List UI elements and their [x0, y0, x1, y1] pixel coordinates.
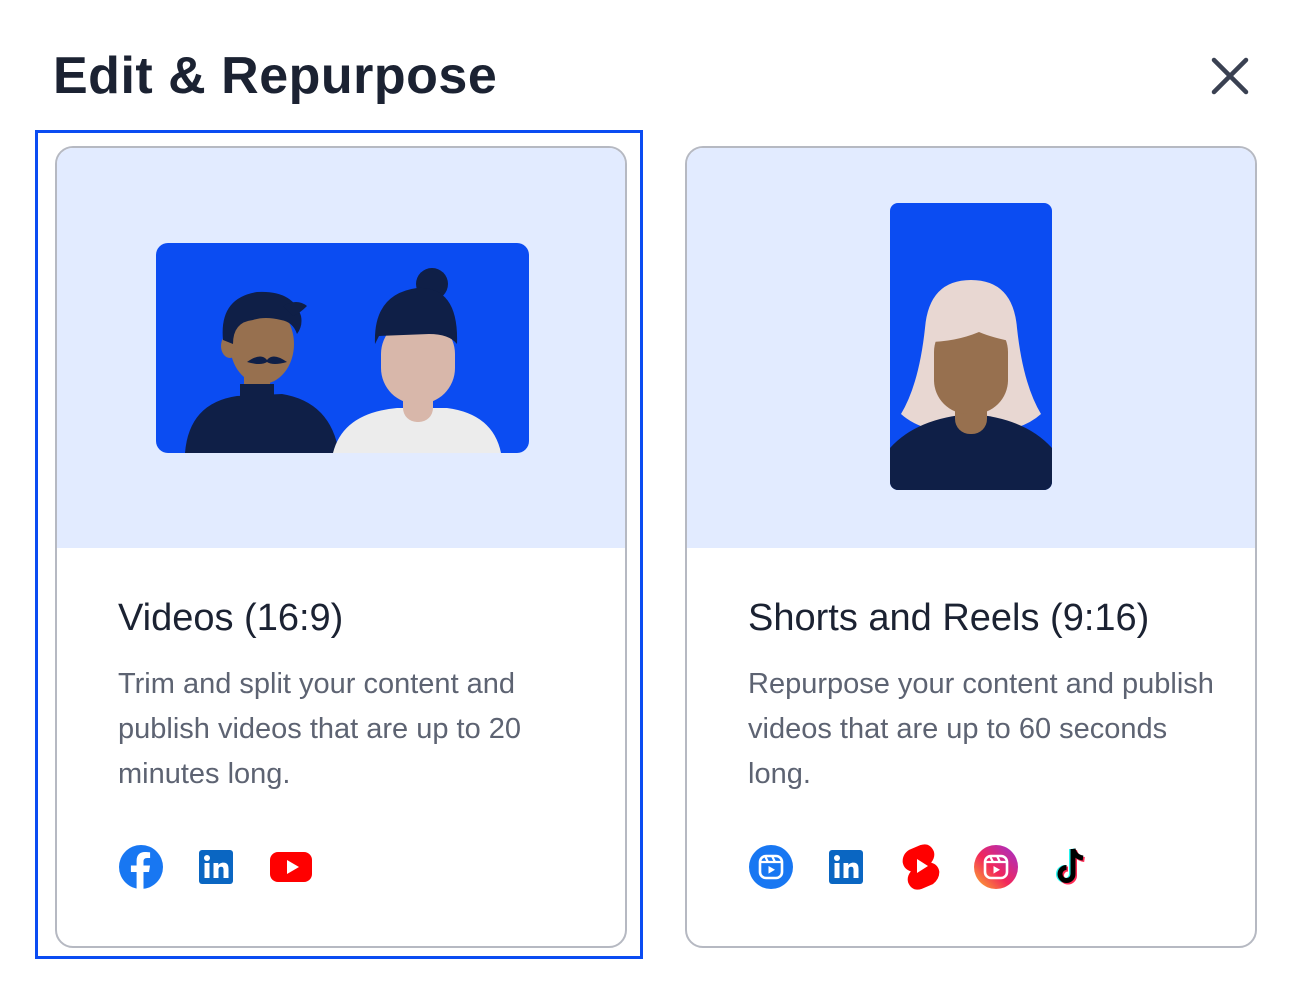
- linkedin-icon: [193, 844, 239, 890]
- youtube-icon: [268, 844, 314, 890]
- instagram-reels-icon: [973, 844, 1019, 890]
- dialog-title: Edit & Repurpose: [53, 47, 498, 105]
- vertical-video-person-illustration: [890, 203, 1052, 490]
- card-title: Shorts and Reels (9:16): [748, 597, 1150, 639]
- facebook-reels-icon: [748, 844, 794, 890]
- youtube-shorts-icon: [898, 844, 944, 890]
- close-icon: [1211, 57, 1249, 95]
- card-description: Repurpose your content and publish video…: [748, 667, 1214, 790]
- linkedin-icon: [823, 844, 869, 890]
- shorts-illustration: [687, 148, 1255, 548]
- videos-16-9-card[interactable]: Videos (16:9) Trim and split your conten…: [55, 146, 627, 948]
- shorts-reels-9-16-card[interactable]: Shorts and Reels (9:16) Repurpose your c…: [685, 146, 1257, 948]
- platform-icons: [748, 844, 1123, 890]
- two-people-video-illustration: [156, 243, 529, 453]
- tiktok-icon: [1048, 844, 1094, 890]
- card-description: Trim and split your content and publish …: [118, 667, 522, 790]
- facebook-icon: [118, 844, 164, 890]
- videos-illustration: [57, 148, 625, 548]
- close-button[interactable]: [1204, 50, 1256, 102]
- platform-icons: [118, 844, 343, 890]
- card-title: Videos (16:9): [118, 597, 344, 639]
